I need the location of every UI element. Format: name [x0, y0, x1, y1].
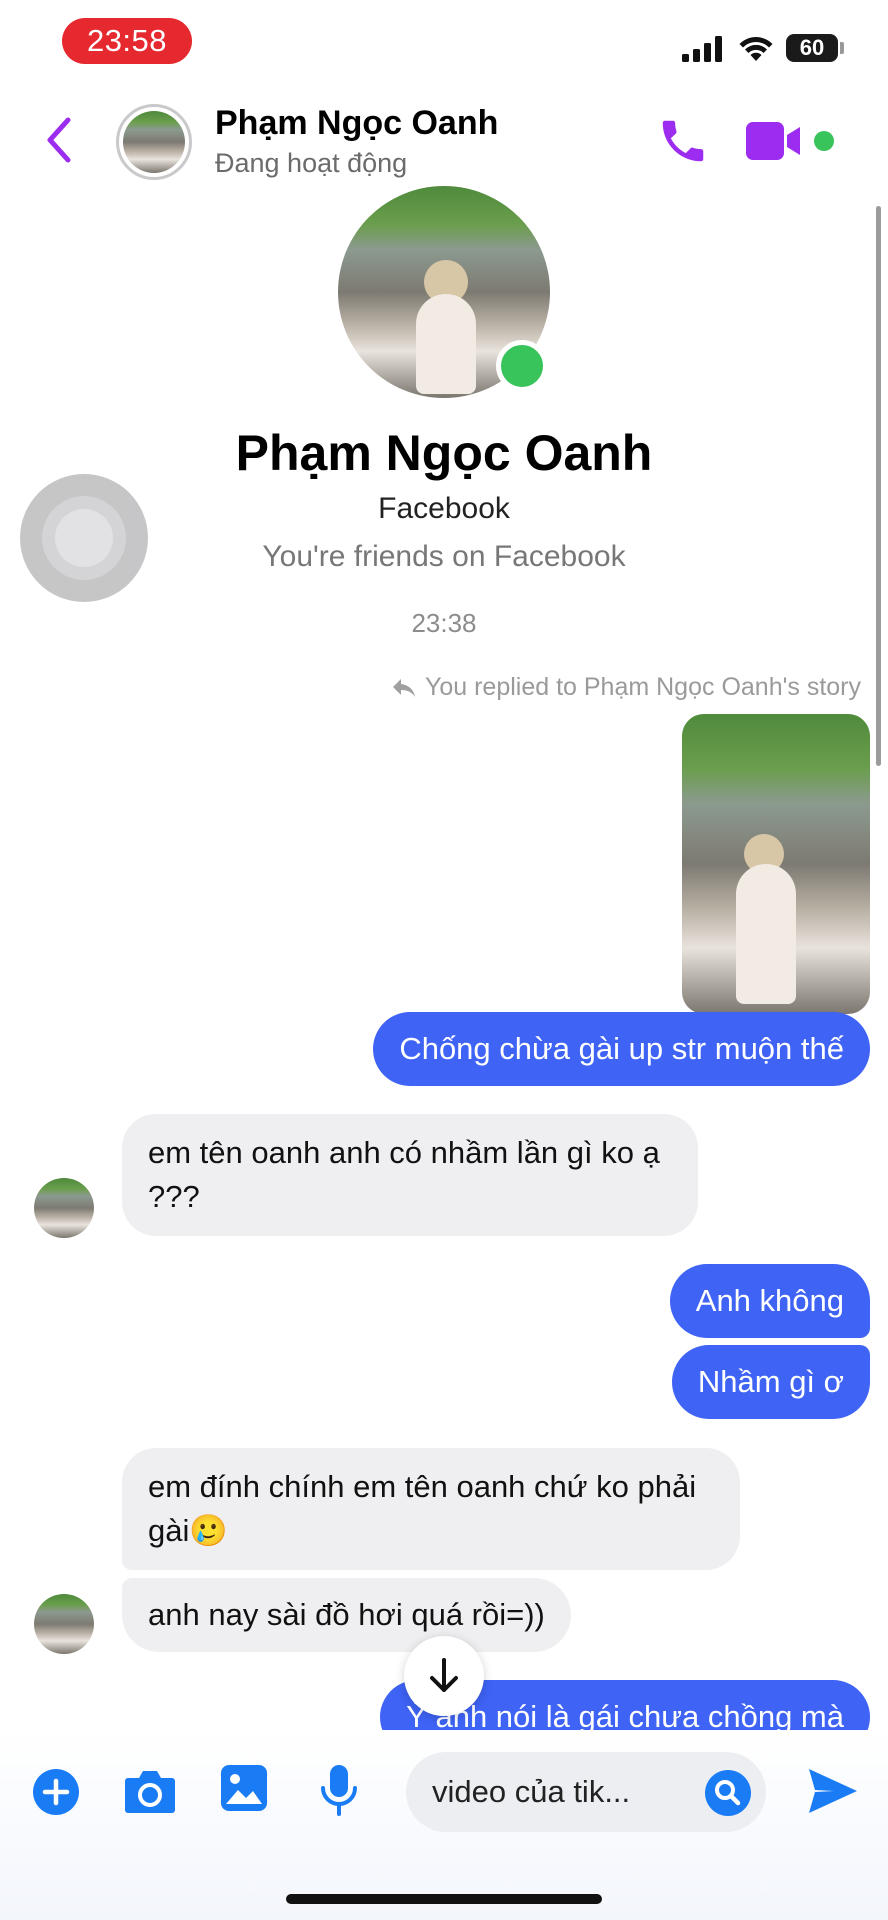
scroll-to-bottom-button[interactable] — [404, 1636, 484, 1716]
cellular-signal-icon — [682, 36, 724, 67]
reply-note-text: You replied to Phạm Ngọc Oanh's story — [424, 673, 861, 701]
voice-message-button[interactable] — [320, 1764, 358, 1821]
online-dot — [814, 131, 834, 151]
reply-arrow-icon — [392, 678, 415, 697]
message-input-text: video của tik... — [432, 1774, 631, 1809]
active-status: Đang hoạt động — [215, 148, 408, 178]
contact-name[interactable]: Phạm Ngọc Oanh — [215, 104, 498, 143]
message-incoming[interactable]: anh nay sài đồ hơi quá rồi=)) — [122, 1578, 571, 1652]
profile-online-indicator — [496, 340, 548, 392]
video-call-button[interactable] — [746, 120, 804, 167]
arrow-down-icon — [430, 1658, 458, 1692]
more-actions-button[interactable] — [32, 1768, 80, 1821]
contact-avatar-small[interactable] — [34, 1178, 94, 1238]
microphone-icon — [321, 1765, 357, 1816]
search-icon — [705, 1770, 751, 1816]
profile-name: Phạm Ngọc Oanh — [235, 425, 653, 481]
header-avatar[interactable] — [116, 104, 192, 180]
send-button[interactable] — [806, 1766, 860, 1821]
voice-call-button[interactable] — [656, 114, 710, 173]
gallery-icon — [221, 1765, 267, 1811]
scrollbar[interactable] — [876, 206, 881, 766]
battery-tip — [840, 42, 844, 54]
message-timestamp: 23:38 — [411, 608, 477, 638]
video-camera-icon — [746, 122, 800, 160]
send-icon — [809, 1769, 857, 1813]
assistive-touch-button[interactable] — [20, 474, 148, 602]
plus-icon — [33, 1769, 79, 1815]
story-reply-note: You replied to Phạm Ngọc Oanh's story — [391, 673, 861, 702]
battery-level: 60 — [786, 34, 838, 62]
wifi-icon — [738, 34, 774, 67]
status-time: 23:58 — [62, 18, 192, 64]
story-thumbnail[interactable] — [682, 714, 870, 1014]
message-incoming[interactable]: em tên oanh anh có nhầm lần gì ko ạ ??? — [122, 1114, 698, 1236]
chevron-left-icon — [47, 117, 71, 163]
back-button[interactable] — [44, 116, 74, 169]
home-indicator[interactable] — [286, 1894, 602, 1904]
message-outgoing[interactable]: Anh không — [669, 1264, 870, 1338]
camera-button[interactable] — [124, 1768, 176, 1819]
search-button[interactable] — [704, 1769, 752, 1822]
camera-icon — [125, 1771, 175, 1813]
contact-avatar-small[interactable] — [34, 1594, 94, 1654]
message-outgoing[interactable]: Nhầm gì ơ — [671, 1345, 870, 1419]
message-incoming[interactable]: em đính chính em tên oanh chứ ko phải gà… — [122, 1448, 740, 1570]
phone-icon — [662, 120, 704, 162]
gallery-button[interactable] — [220, 1764, 268, 1817]
message-outgoing[interactable]: Chống chừa gài up str muộn thế — [373, 1012, 870, 1086]
